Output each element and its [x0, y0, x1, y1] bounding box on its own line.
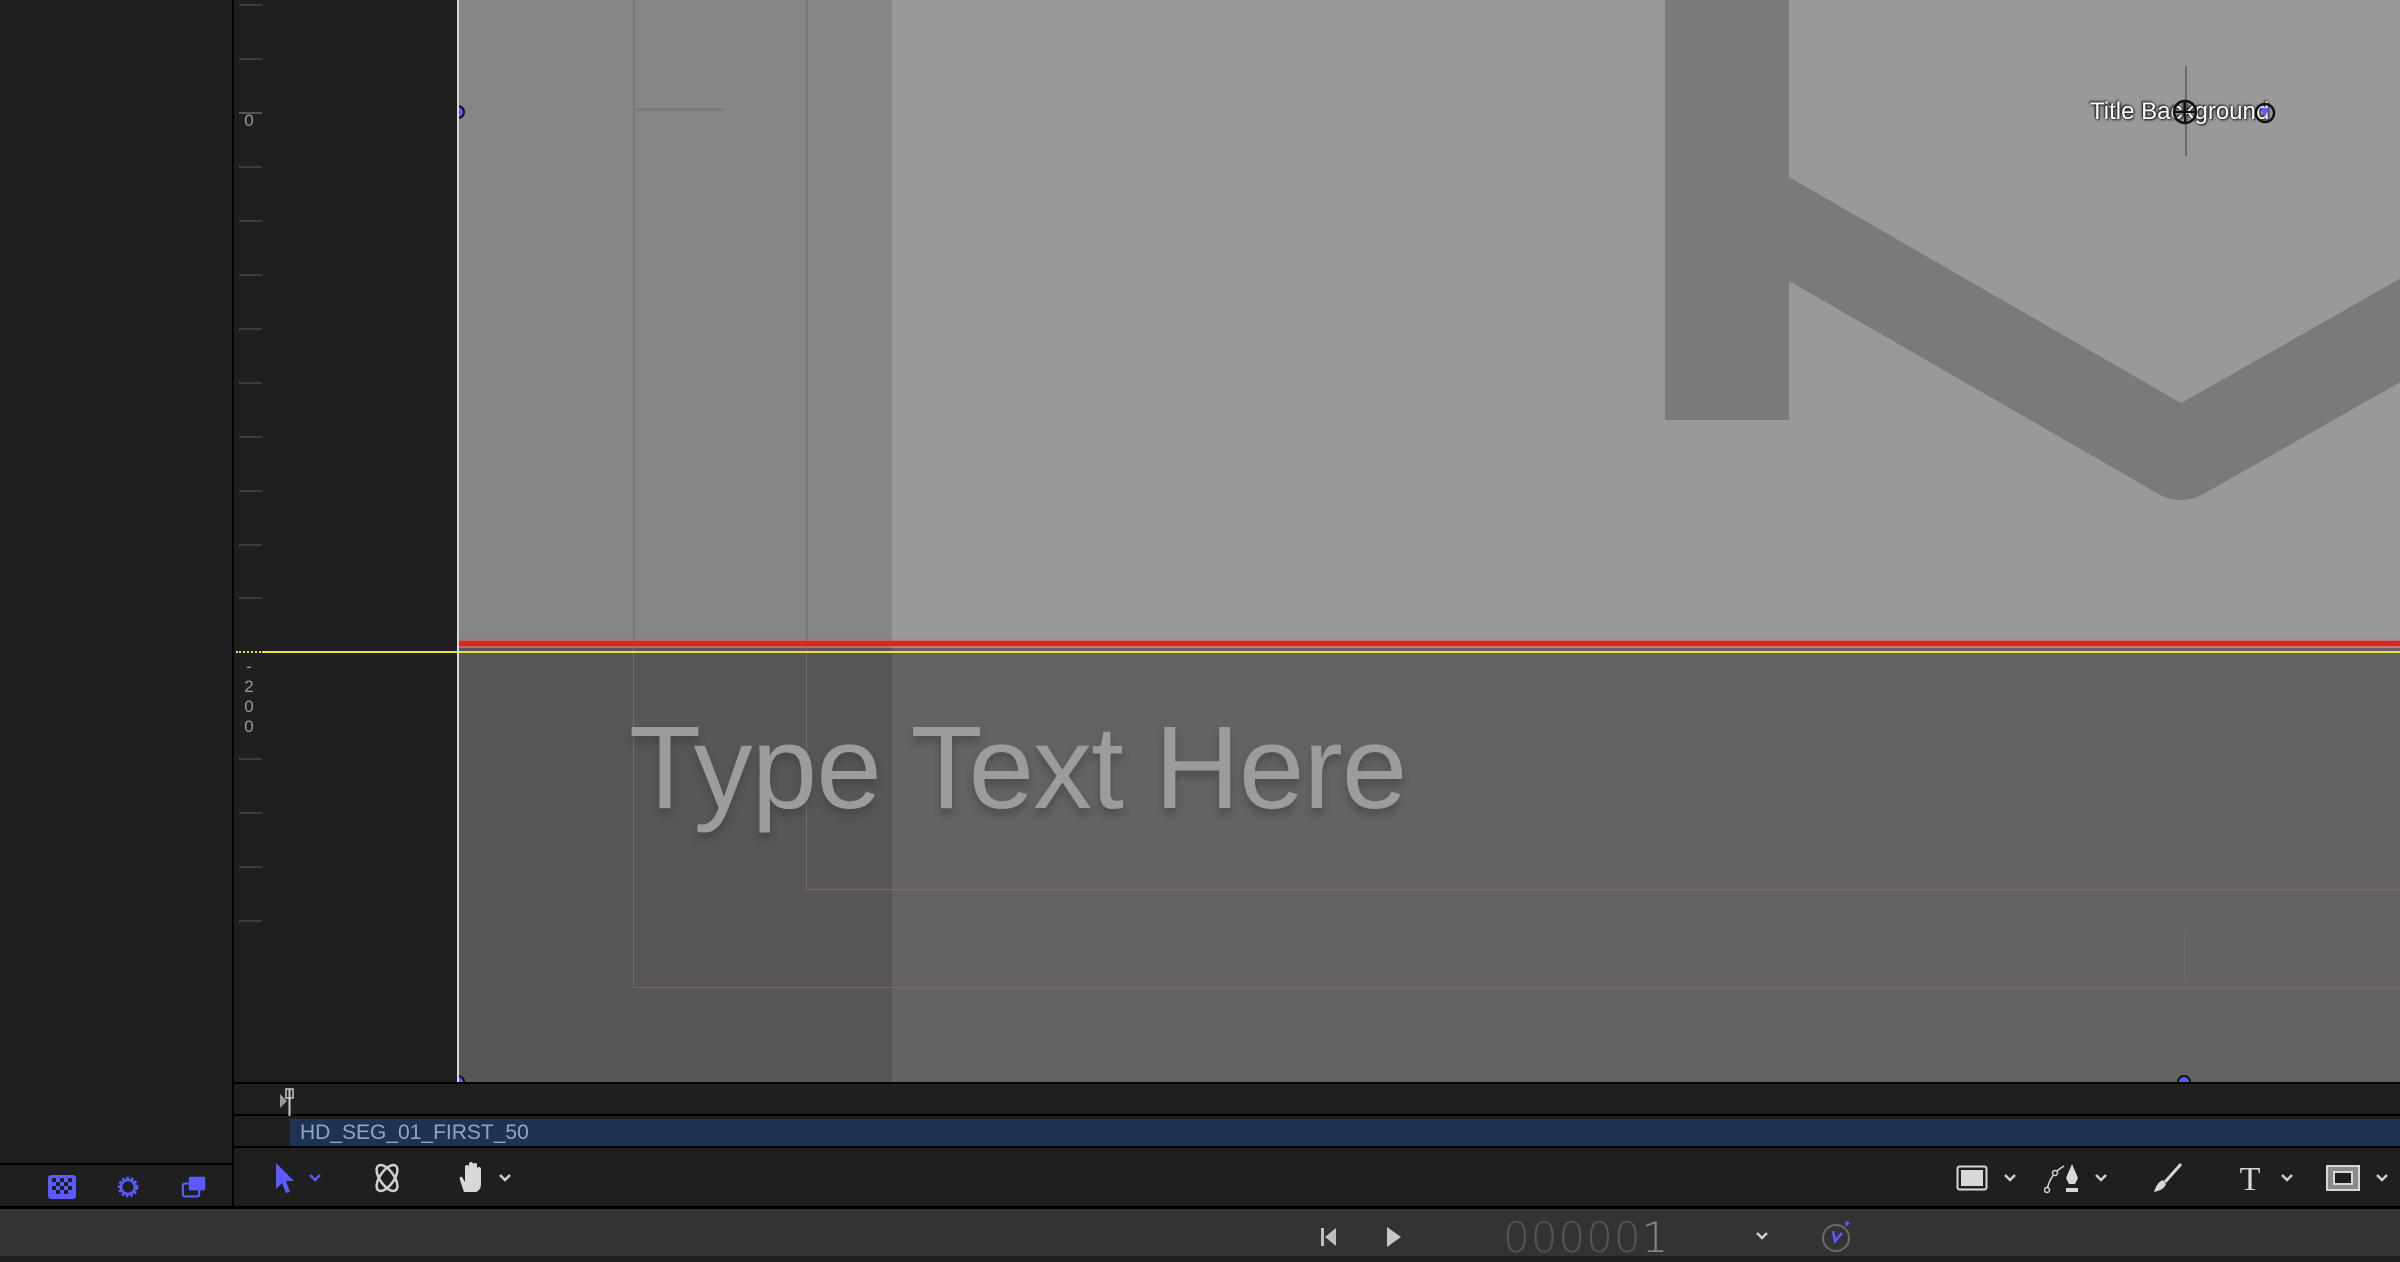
- text-t-icon: T: [2240, 1162, 2261, 1194]
- ruler-tick: [239, 597, 263, 599]
- canvas-pasteboard: [262, 0, 457, 1082]
- canvas-viewer[interactable]: Type Text Here Title Background: [457, 0, 2400, 1082]
- rectangle-shape-icon: [1956, 1165, 1988, 1191]
- canvas-toolbar: T: [234, 1146, 2400, 1206]
- ruler-tick: [239, 382, 263, 384]
- ruler-tick: [239, 166, 263, 168]
- chevron-down-icon[interactable]: [2375, 1173, 2389, 1183]
- settings-gear-icon[interactable]: [114, 1175, 142, 1199]
- paint-brush-icon: [2154, 1163, 2183, 1192]
- ruler-tick: [239, 4, 263, 6]
- timing-clock-icon[interactable]: [1820, 1219, 1854, 1253]
- ruler-tick: [239, 812, 263, 814]
- select-transform-tool-button[interactable]: [274, 1162, 322, 1194]
- ruler-tick: [239, 490, 263, 492]
- bounding-box-handle-bottom[interactable]: [2177, 1075, 2191, 1082]
- rotation-handle-icon[interactable]: [2254, 102, 2276, 124]
- red-guide-line[interactable]: [459, 641, 2400, 646]
- ruler-tick: [239, 328, 263, 330]
- ruler-tick: [239, 220, 263, 222]
- ruler-tick: [239, 436, 263, 438]
- vertical-ruler[interactable]: 0 -200: [234, 0, 263, 1082]
- timecode-frame: 1: [1641, 1213, 1670, 1262]
- play-icon[interactable]: [1385, 1225, 1403, 1249]
- ruler-tick: [239, 544, 263, 546]
- arrow-pointer-icon: [276, 1163, 294, 1193]
- orbit-3d-icon: [375, 1163, 399, 1193]
- chevron-down-icon[interactable]: [2003, 1173, 2017, 1183]
- go-to-start-icon[interactable]: [1320, 1226, 1338, 1248]
- mask-tool-button[interactable]: [2326, 1162, 2389, 1194]
- playhead-icon[interactable]: [280, 1088, 294, 1116]
- timecode-display[interactable]: 000001: [1503, 1213, 1669, 1262]
- timecode-format-chevron-icon[interactable]: [1755, 1231, 1769, 1241]
- canvas-center-mark: [2184, 930, 2186, 980]
- chevron-down-icon[interactable]: [2280, 1173, 2294, 1183]
- chevron-down-icon[interactable]: [308, 1173, 322, 1183]
- hand-icon: [459, 1162, 481, 1192]
- 3d-transform-tool-button[interactable]: [370, 1162, 404, 1194]
- ruler-tick: [239, 58, 263, 60]
- mini-timeline[interactable]: HD_SEG_01_FIRST_50: [234, 1082, 2400, 1148]
- svg-text:T: T: [2240, 1162, 2261, 1194]
- left-panel: [0, 0, 234, 1206]
- bezier-pen-icon: [2044, 1164, 2078, 1194]
- ruler-tick: [239, 920, 263, 922]
- ruler-label-minus-200: -200: [244, 657, 254, 736]
- bezier-pen-tool-button[interactable]: [2044, 1162, 2108, 1194]
- text-tool-button[interactable]: T: [2236, 1162, 2294, 1194]
- yellow-guide-line[interactable]: [262, 651, 457, 653]
- title-placeholder-text[interactable]: Type Text Here: [629, 700, 1407, 836]
- transport-bar: 000001: [0, 1206, 2400, 1262]
- timeline-clip[interactable]: HD_SEG_01_FIRST_50: [290, 1119, 2400, 1147]
- yellow-guide-line[interactable]: [459, 651, 2400, 653]
- mask-rectangle-icon: [2326, 1165, 2360, 1191]
- paint-brush-tool-button[interactable]: [2152, 1162, 2184, 1194]
- ruler-tick: [239, 866, 263, 868]
- chevron-down-icon[interactable]: [498, 1173, 512, 1183]
- left-panel-icon-bar: [0, 1163, 232, 1208]
- ruler-tick: [239, 274, 263, 276]
- anchor-point-icon[interactable]: [2171, 98, 2199, 126]
- chevron-down-icon[interactable]: [2094, 1173, 2108, 1183]
- transparency-checker-icon[interactable]: [48, 1175, 76, 1199]
- timecode-leading-zeros: 00000: [1503, 1213, 1642, 1262]
- timeline-ruler[interactable]: [234, 1084, 2400, 1116]
- pan-hand-tool-button[interactable]: [456, 1162, 512, 1194]
- guide-marker-ruler[interactable]: [236, 651, 264, 655]
- ruler-label-0: 0: [244, 111, 254, 130]
- layers-overlay-icon[interactable]: [180, 1175, 208, 1199]
- ruler-tick: [239, 758, 263, 760]
- shape-rectangle-tool-button[interactable]: [1956, 1162, 2017, 1194]
